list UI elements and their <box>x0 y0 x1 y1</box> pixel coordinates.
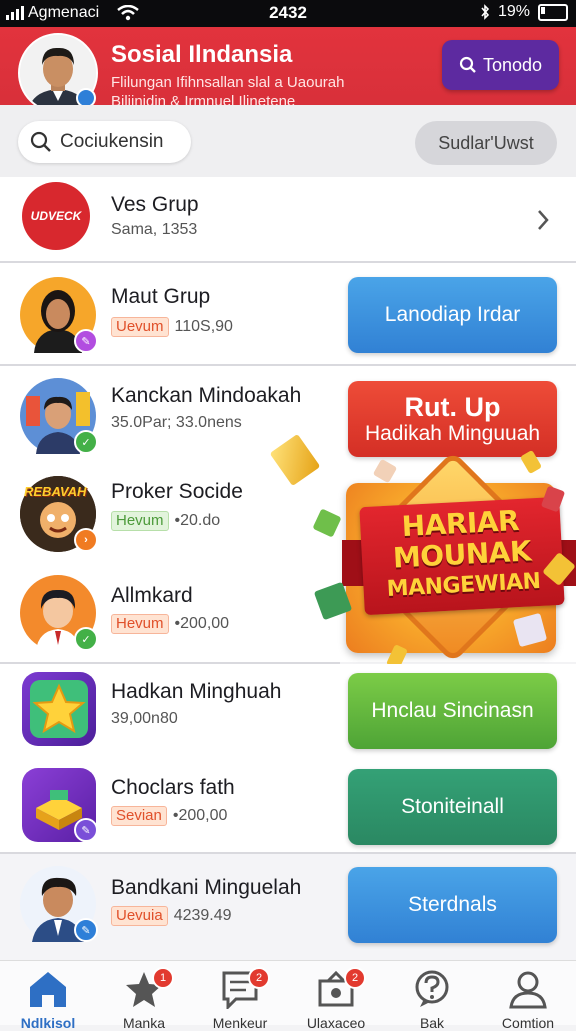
group-name: Maut Grup <box>111 285 211 308</box>
group-meta: Uevuia 4239.49 <box>111 906 232 926</box>
list-item[interactable]: UDVECK Ves Grup Sama, 1353 <box>0 177 576 261</box>
action-title: Rut. Up <box>404 392 501 422</box>
promo-title: HARIAR MOUNAK MANGEWIAN <box>360 503 565 606</box>
game-logo-text: REBAVAH <box>24 484 87 499</box>
group-meta: Uevum 110S,90 <box>111 317 233 337</box>
group-value: 110S,90 <box>174 318 233 335</box>
group-name: Hadkan Minghuah <box>111 680 282 703</box>
search-placeholder: Cociukensin <box>60 131 164 152</box>
group-value: 4239.49 <box>173 907 232 924</box>
profile-icon <box>509 971 547 1009</box>
star-icon <box>30 680 88 738</box>
subtitle-line-1: Flilungan Ifihnsallan slal a Uaourah <box>111 74 345 91</box>
nav-label: Manka <box>122 1015 166 1031</box>
group-name: Choclars fath <box>111 776 235 799</box>
status-bar: Agmenaci 2432 19% <box>0 0 576 27</box>
search-icon <box>30 131 51 152</box>
group-logo: UDVECK <box>22 182 90 250</box>
group-value: •20.do <box>174 512 221 529</box>
rut-up-button[interactable]: Rut. Up Hadikah Minguuah <box>348 381 557 457</box>
page-subtitle: Flilungan Ifihnsallan slal a Uaourah Bil… <box>111 73 411 105</box>
page-title: Sosial Ilndansia <box>111 41 293 68</box>
group-name: Proker Socide <box>111 480 243 503</box>
subtitle-line-2: Biljinidin & Irmnuel Ilinetene <box>111 93 296 105</box>
status-badge: ✎ <box>74 918 98 942</box>
header-button-label: Tonodo <box>482 54 543 75</box>
chevron-right-icon[interactable] <box>536 208 550 232</box>
help-icon <box>415 970 449 1007</box>
group-tag: Hevum <box>111 614 169 634</box>
nav-label: Comtion <box>501 1015 555 1031</box>
home-icon <box>30 972 66 1007</box>
group-icon-tile: ✎ <box>22 768 98 842</box>
search-input[interactable]: Cociukensin <box>18 121 191 163</box>
action-button[interactable]: Stoniteinall <box>348 769 557 845</box>
avatar: ✓ <box>20 575 98 651</box>
notification-badge: 2 <box>248 967 270 989</box>
group-value: •200,00 <box>172 807 228 824</box>
group-meta: Sama, 1353 <box>111 221 198 238</box>
search-submit-button[interactable]: Sudlar'Uwst <box>415 121 557 165</box>
status-badge: ✓ <box>74 627 98 651</box>
group-meta: 35.0Par; 33.0nens <box>111 414 242 431</box>
group-meta: Hevum •200,00 <box>111 614 229 634</box>
search-bar-row: Cociukensin Sudlar'Uwst <box>0 105 576 177</box>
status-badge: ✓ <box>74 430 98 454</box>
status-badge: ✎ <box>74 329 98 353</box>
nav-item-home[interactable]: Ndlkisol <box>0 961 96 1031</box>
group-tag: Uevuia <box>111 906 168 926</box>
notification-badge: 2 <box>344 967 366 989</box>
action-button[interactable]: Lanodiap Irdar <box>348 277 557 353</box>
action-subtitle: Hadikah Minguuah <box>364 422 541 445</box>
group-meta: 39,00n80 <box>111 710 178 727</box>
bottom-nav: Ndlkisol 1 Manka 2 Menkeur 2 Ulaxaceo Ba… <box>0 960 576 1031</box>
avatar: ✓ <box>20 378 98 454</box>
group-meta: Hevum •20.do <box>111 511 220 531</box>
group-value: •200,00 <box>174 615 230 632</box>
group-icon-tile <box>22 672 96 746</box>
nav-item-manka[interactable]: 1 Manka <box>96 961 192 1031</box>
nav-item-comtion[interactable]: Comtion <box>480 961 576 1031</box>
group-meta: Sevian •200,00 <box>111 806 227 826</box>
group-tag: Hevum <box>111 511 169 531</box>
nav-item-ulaxaceo[interactable]: 2 Ulaxaceo <box>288 961 384 1031</box>
nav-label: Bak <box>419 1015 445 1031</box>
battery-percent: 19% <box>497 3 530 20</box>
action-button[interactable]: Sterdnals <box>348 867 557 943</box>
avatar: ✎ <box>20 277 98 353</box>
status-badge: ✎ <box>74 818 98 842</box>
header-search-button[interactable]: Tonodo <box>442 40 559 90</box>
nav-label: Ndlkisol <box>20 1015 76 1031</box>
group-name: Ves Grup <box>111 193 199 216</box>
avatar: REBAVAH › <box>20 476 98 552</box>
group-tag: Sevian <box>111 806 167 826</box>
bluetooth-icon <box>481 4 490 20</box>
status-badge: › <box>74 528 98 552</box>
notification-badge: 1 <box>152 967 174 989</box>
nav-label: Menkeur <box>212 1015 268 1031</box>
search-icon <box>459 56 476 73</box>
action-button[interactable]: Hnclau Sincinasn <box>348 673 557 749</box>
group-logo-text: UDVECK <box>30 209 82 223</box>
group-name: Kanckan Mindoakah <box>111 384 302 407</box>
group-name: Allmkard <box>111 584 193 607</box>
group-name: Bandkani Minguelah <box>111 876 302 899</box>
nav-label: Ulaxaceo <box>306 1015 366 1031</box>
nav-item-bak[interactable]: Bak <box>384 961 480 1031</box>
battery-icon <box>538 3 568 21</box>
nav-item-menkeur[interactable]: 2 Menkeur <box>192 961 288 1031</box>
group-tag: Uevum <box>111 317 169 337</box>
avatar: ✎ <box>20 866 98 942</box>
